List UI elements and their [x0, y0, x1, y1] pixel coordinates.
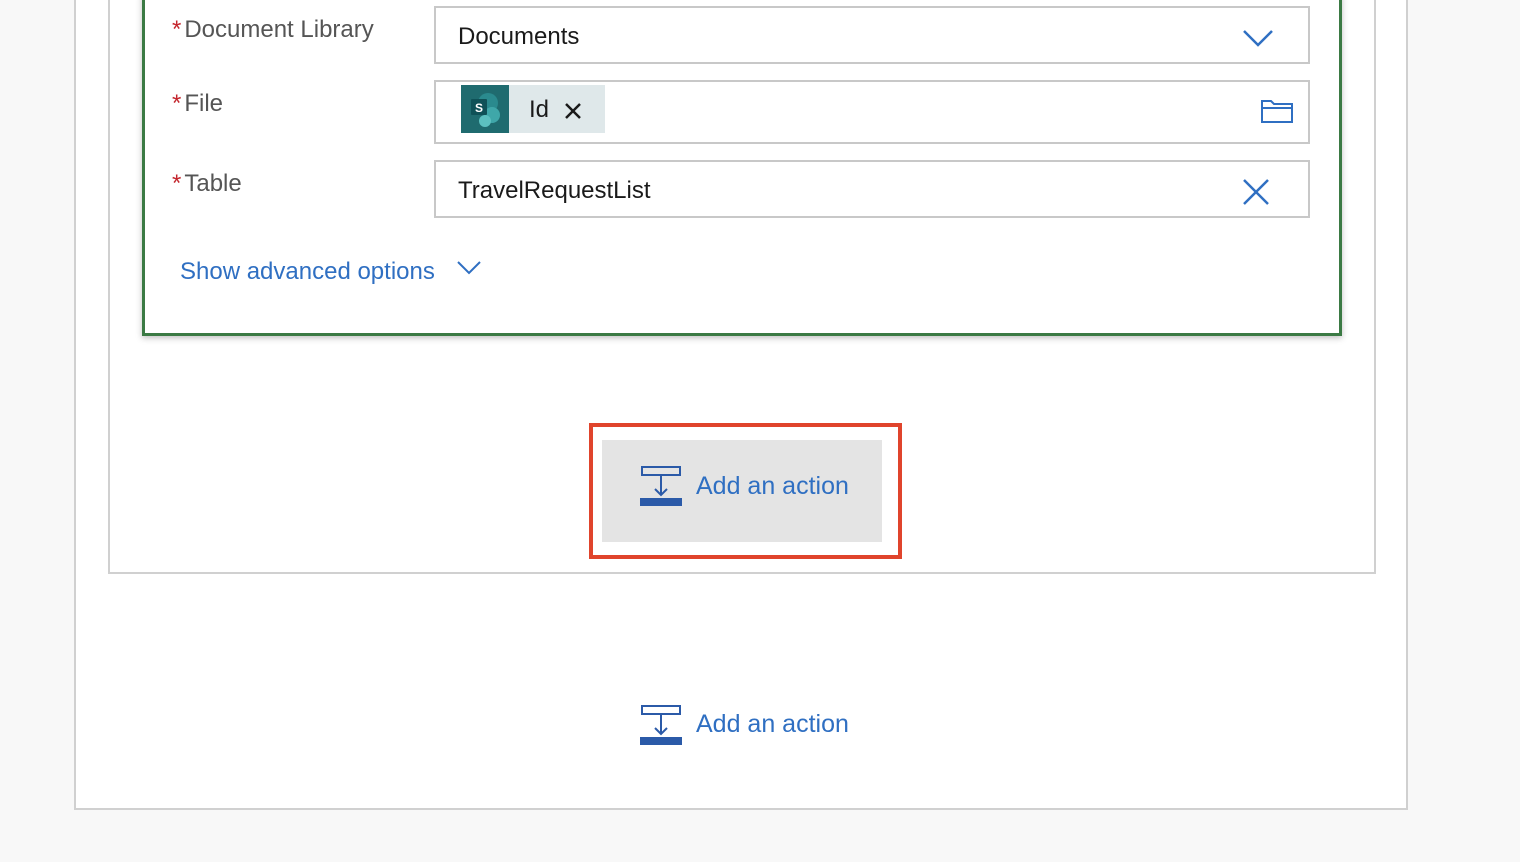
document-library-dropdown[interactable]: Documents — [434, 6, 1310, 64]
folder-icon[interactable] — [1260, 96, 1294, 124]
chevron-down-icon — [456, 261, 481, 275]
show-advanced-options-link[interactable]: Show advanced options — [180, 258, 482, 286]
add-action-icon — [640, 466, 682, 506]
svg-text:S: S — [475, 101, 483, 115]
document-library-value: Documents — [458, 23, 580, 50]
add-an-action-button-outer[interactable]: Add an action — [602, 678, 882, 774]
required-marker: * — [172, 16, 182, 43]
add-an-action-button[interactable]: Add an action — [602, 440, 882, 542]
add-an-action-label: Add an action — [696, 710, 849, 738]
dynamic-content-token[interactable]: S Id — [461, 85, 605, 133]
sharepoint-icon: S — [461, 85, 509, 133]
chevron-down-icon — [1243, 30, 1273, 47]
required-marker: * — [172, 170, 182, 197]
clear-icon[interactable] — [1242, 178, 1270, 206]
table-input[interactable]: TravelRequestList — [434, 160, 1310, 218]
add-action-icon — [640, 705, 682, 745]
document-library-label: * Document Library — [172, 16, 374, 43]
token-label: Id — [529, 96, 550, 123]
add-an-action-label: Add an action — [696, 472, 849, 500]
table-value: TravelRequestList — [458, 177, 651, 204]
file-label: * File — [172, 90, 224, 117]
file-input[interactable]: S Id — [434, 80, 1310, 144]
required-marker: * — [172, 90, 182, 117]
table-label: * Table — [172, 170, 242, 197]
close-icon[interactable] — [561, 97, 587, 123]
